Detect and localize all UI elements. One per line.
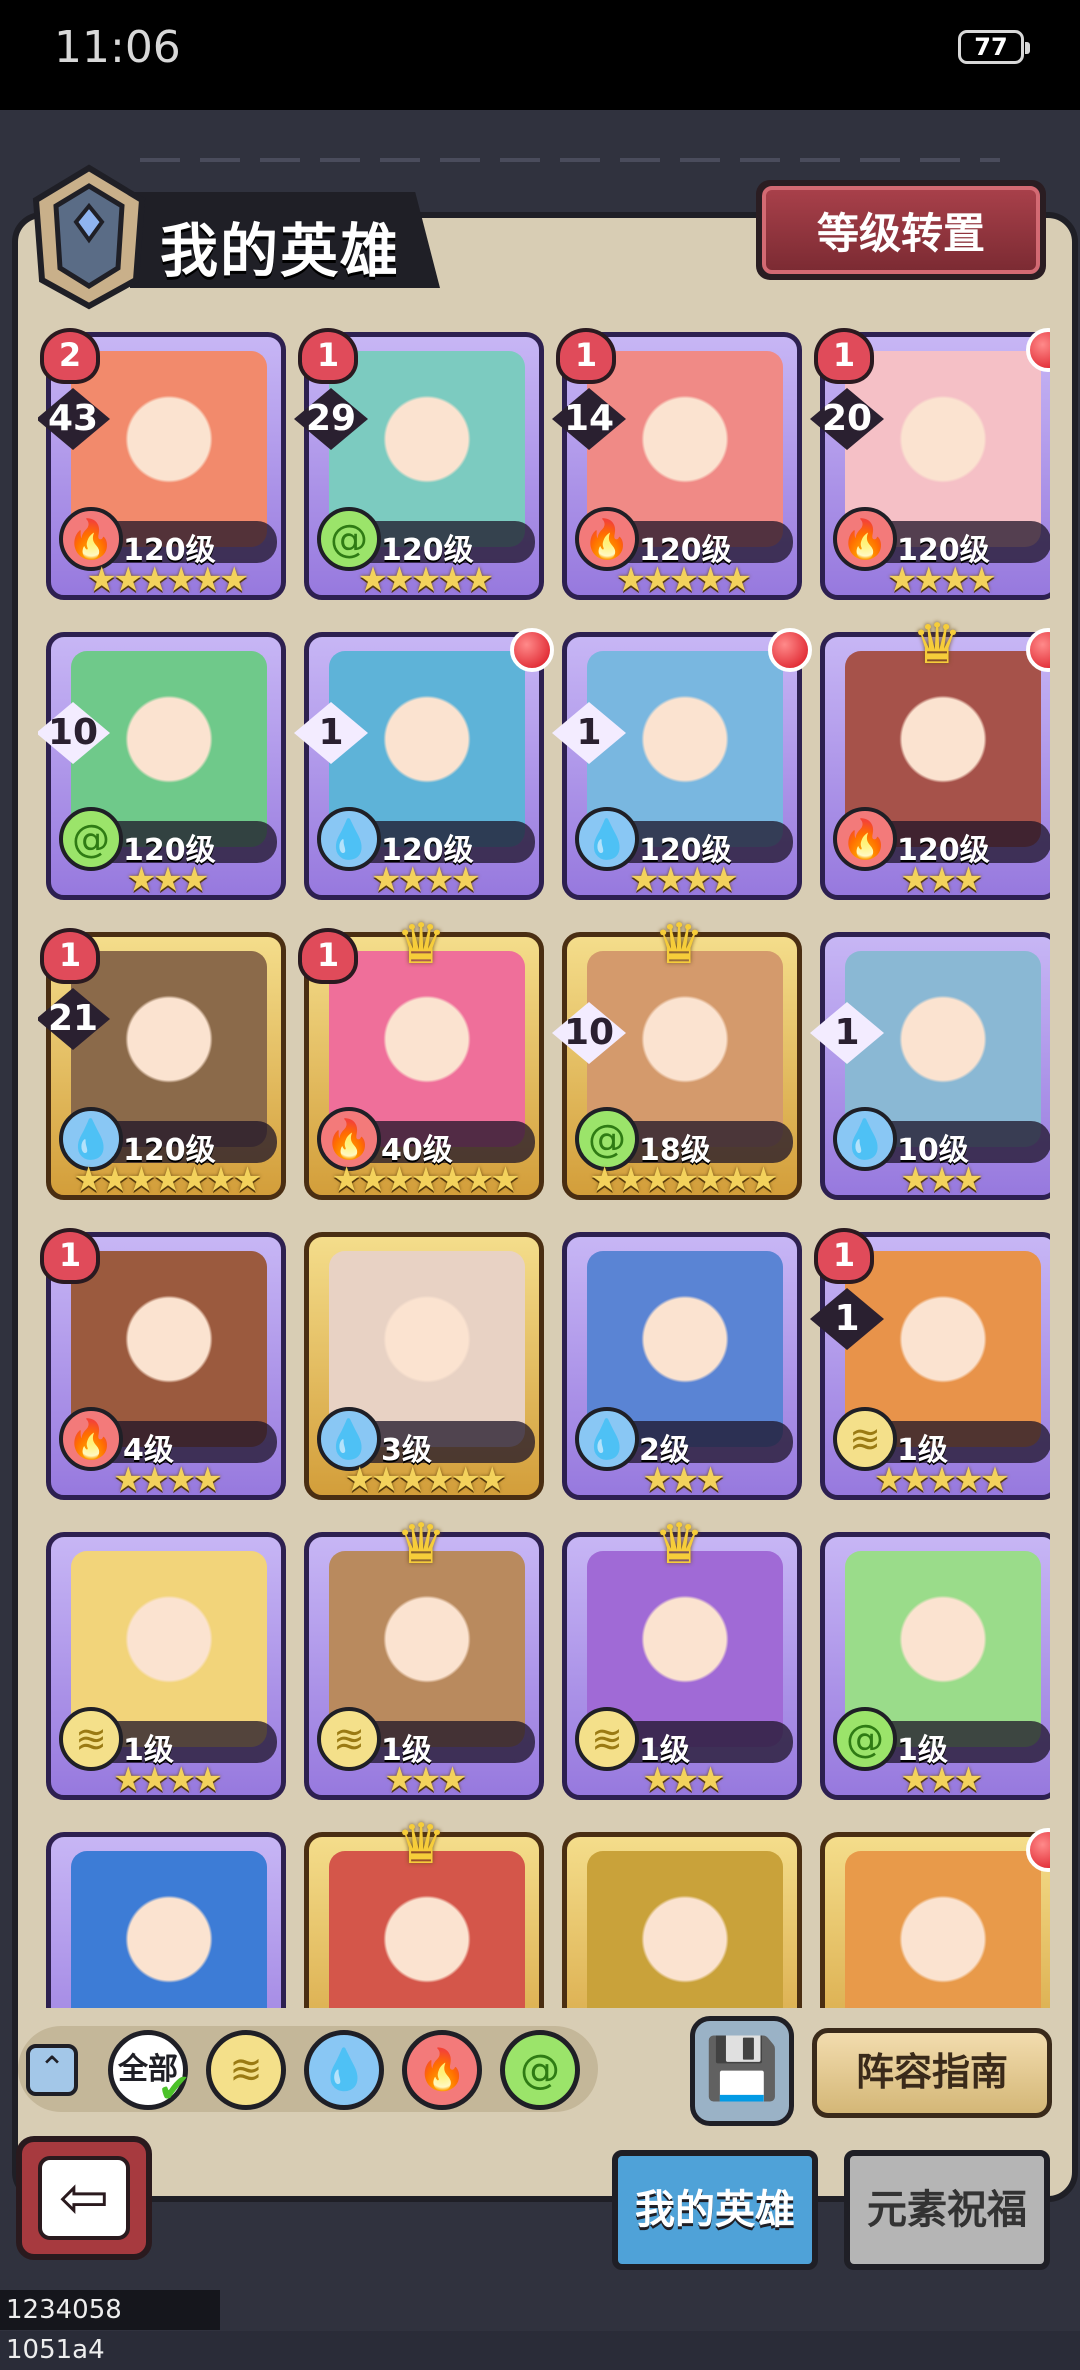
star-rating: ★★★★★ xyxy=(873,1460,1010,1500)
star-rating: ★★★★★ xyxy=(357,560,494,600)
tab-my-heroes[interactable]: 我的英雄 xyxy=(612,2150,818,2270)
hero-card[interactable]: 1级 ≋ ★★★★ xyxy=(46,1532,286,1800)
star-rating: ★★★ xyxy=(642,1460,725,1500)
filter-water-button[interactable]: 💧 xyxy=(304,2030,384,2110)
star-rating: ★★★ xyxy=(900,860,983,900)
level-transfer-label: 等级转置 xyxy=(762,186,1040,274)
page-title: 我的英雄 xyxy=(160,217,401,285)
hero-portrait xyxy=(587,1851,783,2008)
star-rating: ★★★ xyxy=(900,1160,983,1200)
water-icon: 💧 xyxy=(833,1107,897,1171)
star-rating: ★★★★★ xyxy=(615,560,752,600)
earth-icon: ≋ xyxy=(317,1707,381,1771)
crown-icon: ♛ xyxy=(396,1812,447,1877)
back-arrow-icon: ⇦ xyxy=(38,2156,130,2240)
hero-grid: 120级 🔥 ★★★★★★ 2 43 120级 @ ★★★★★ 1 29 120级 🔥 ★★★★★ 1 14… xyxy=(38,328,1050,2008)
hero-card[interactable] xyxy=(820,1832,1050,2008)
level-transfer-button[interactable]: 等级转置 xyxy=(756,180,1046,280)
star-rating: ★★★ xyxy=(384,1760,467,1800)
decoration-line xyxy=(140,158,1000,162)
checkmark-icon: ✔ xyxy=(157,2066,191,2112)
lineup-guide-button[interactable]: 阵容指南 xyxy=(812,2028,1052,2118)
save-lineup-button[interactable]: 💾 xyxy=(690,2016,794,2126)
hero-portrait xyxy=(845,1851,1041,2008)
crown-icon: ♛ xyxy=(654,912,705,977)
rank-badge: 2 xyxy=(40,328,100,384)
hero-card[interactable]: 10级 💧 ★★★ xyxy=(820,932,1050,1200)
rank-badge: 1 xyxy=(40,1228,100,1284)
rank-badge: 1 xyxy=(40,928,100,984)
hero-card[interactable] xyxy=(562,1832,802,2008)
build-id: 1234058 1051a4 xyxy=(0,2290,220,2365)
hero-panel: 120级 🔥 ★★★★★★ 2 43 120级 @ ★★★★★ 1 29 120级 🔥 ★★★★★ 1 14… xyxy=(12,212,1078,2202)
fire-icon: 🔥 xyxy=(833,807,897,871)
collapse-filter-button[interactable]: ⌃ xyxy=(26,2044,78,2096)
star-rating: ★★★★ xyxy=(113,1460,223,1500)
crown-icon: ♛ xyxy=(396,912,447,977)
rank-badge: 1 xyxy=(814,328,874,384)
clock: 11:06 xyxy=(54,22,181,73)
wind-icon: @ xyxy=(833,1707,897,1771)
helmet-icon xyxy=(32,164,146,310)
star-rating: ★★★★★★★ xyxy=(73,1160,262,1200)
crown-icon: ♛ xyxy=(912,612,963,677)
water-icon: 💧 xyxy=(575,1407,639,1471)
star-rating: ★★★★★★ xyxy=(344,1460,508,1500)
star-rating: ★★★★ xyxy=(371,860,481,900)
filter-all-button[interactable]: 全部 ✔ xyxy=(108,2030,191,2112)
back-button[interactable]: ⇦ xyxy=(16,2136,152,2260)
hero-card[interactable]: 3级 💧 ★★★★★★ xyxy=(304,1232,544,1500)
filter-wind-button[interactable]: @ xyxy=(500,2030,580,2110)
rank-badge: 1 xyxy=(298,928,358,984)
star-rating: ★★★ xyxy=(900,1760,983,1800)
hero-card[interactable] xyxy=(46,1832,286,2008)
notification-dot xyxy=(768,628,812,672)
star-rating: ★★★★★★ xyxy=(86,560,250,600)
status-bar: 11:06 77 xyxy=(0,0,1080,110)
rank-badge: 1 xyxy=(298,328,358,384)
wind-icon: @ xyxy=(59,807,123,871)
star-rating: ★★★★ xyxy=(629,860,739,900)
notification-dot xyxy=(510,628,554,672)
star-rating: ★★★ xyxy=(642,1760,725,1800)
star-rating: ★★★ xyxy=(126,860,209,900)
hero-card[interactable]: 1级 @ ★★★ xyxy=(820,1532,1050,1800)
tab-element-blessing[interactable]: 元素祝福 xyxy=(844,2150,1050,2270)
fire-icon: 🔥 xyxy=(417,2047,467,2093)
crown-icon: ♛ xyxy=(654,1512,705,1577)
crown-icon: ♛ xyxy=(396,1512,447,1577)
rank-badge: 1 xyxy=(556,328,616,384)
floppy-disk-icon: 💾 xyxy=(704,2034,780,2104)
hero-card[interactable]: 2级 💧 ★★★ xyxy=(562,1232,802,1500)
hero-card[interactable]: 120级 💧 ★★★★ xyxy=(562,632,802,900)
rank-badge: 1 xyxy=(814,1228,874,1284)
star-rating: ★★★★ xyxy=(113,1760,223,1800)
filter-earth-button[interactable]: ≋ xyxy=(206,2030,286,2110)
hero-card[interactable]: 120级 💧 ★★★★ xyxy=(304,632,544,900)
star-rating: ★★★★★★★ xyxy=(589,1160,778,1200)
hero-card[interactable]: 120级 @ ★★★ xyxy=(46,632,286,900)
earth-icon: ≋ xyxy=(229,2047,263,2093)
water-icon: 💧 xyxy=(319,2047,369,2093)
earth-icon: ≋ xyxy=(575,1707,639,1771)
star-rating: ★★★★ xyxy=(887,560,997,600)
star-rating: ★★★★★★★ xyxy=(331,1160,520,1200)
battery-icon: 77 xyxy=(958,30,1030,64)
wind-icon: @ xyxy=(520,2047,560,2093)
hero-portrait xyxy=(71,1851,267,2008)
filter-fire-button[interactable]: 🔥 xyxy=(402,2030,482,2110)
